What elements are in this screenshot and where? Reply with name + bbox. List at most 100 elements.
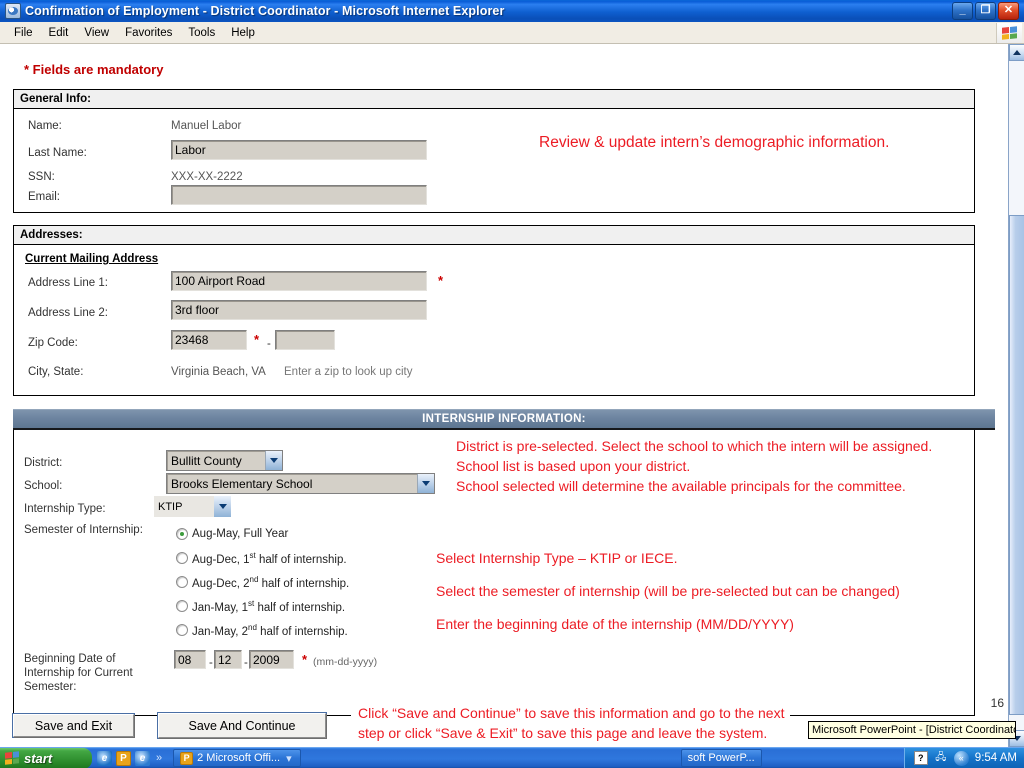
- save-and-exit-button[interactable]: Save and Exit: [13, 714, 134, 737]
- begin-date-day-input[interactable]: [214, 650, 242, 669]
- begin-date-month-input[interactable]: [174, 650, 206, 669]
- zip-plus4-input[interactable]: [275, 330, 335, 350]
- annotation-district-school: District is pre-selected. Select the sch…: [456, 438, 933, 494]
- mandatory-fields-note: * Fields are mandatory: [24, 62, 164, 77]
- address-line-1-required-marker: *: [438, 273, 444, 288]
- email-field[interactable]: [171, 185, 427, 205]
- windows-logo-icon: [996, 22, 1022, 43]
- chevron-down-icon: [417, 474, 434, 493]
- general-info-header: General Info:: [14, 90, 974, 109]
- radio-icon[interactable]: [176, 552, 188, 564]
- more-chevron-icon[interactable]: »: [156, 752, 162, 764]
- last-name-label: Last Name:: [28, 147, 87, 159]
- menu-item-tools[interactable]: Tools: [180, 25, 223, 41]
- minimize-icon: _: [959, 3, 966, 16]
- zip-code-input[interactable]: [171, 330, 247, 350]
- radio-icon[interactable]: [176, 576, 188, 588]
- semester-option-0[interactable]: Aug-May, Full Year: [176, 522, 349, 546]
- semester-label: Semester of Internship:: [24, 524, 143, 536]
- network-icon[interactable]: 🖧: [934, 751, 948, 765]
- chevron-down-icon: [265, 451, 282, 470]
- taskbar-item-powerpoint[interactable]: soft PowerP...: [680, 749, 762, 767]
- vertical-scrollbar[interactable]: [1008, 44, 1024, 747]
- address-line-1-input[interactable]: [171, 271, 427, 291]
- address-line-2-label: Address Line 2:: [28, 307, 108, 319]
- semester-option-2[interactable]: Aug-Dec, 2nd half of internship.: [176, 570, 349, 594]
- system-tray: ? 🖧 « 9:54 AM: [903, 747, 1024, 768]
- radio-icon[interactable]: [176, 624, 188, 636]
- semester-option-4[interactable]: Jan-May, 2nd half of internship.: [176, 618, 349, 642]
- internship-type-label: Internship Type:: [24, 503, 106, 515]
- ssn-label: SSN:: [28, 171, 55, 183]
- semester-option-1[interactable]: Aug-Dec, 1st half of internship.: [176, 546, 349, 570]
- annotation-semester: Select the semester of internship (will …: [436, 583, 900, 599]
- city-state-hint: Enter a zip to look up city: [284, 366, 413, 378]
- addresses-header: Addresses:: [14, 226, 974, 245]
- school-select[interactable]: Brooks Elementary School: [166, 473, 435, 494]
- save-and-continue-button[interactable]: Save And Continue: [158, 713, 326, 738]
- close-button[interactable]: ✕: [998, 2, 1019, 20]
- city-state-value: Virginia Beach, VA: [171, 366, 266, 378]
- browser-window: Confirmation of Employment - District Co…: [0, 0, 1024, 747]
- slide-number: 16: [990, 696, 1004, 710]
- menu-item-view[interactable]: View: [76, 25, 117, 41]
- menu-item-file[interactable]: File: [6, 25, 41, 41]
- window-controls: _ ❐ ✕: [952, 2, 1022, 20]
- chevron-down-icon[interactable]: ▾: [286, 752, 292, 765]
- annotation-buttons: Click “Save and Continue” to save this i…: [358, 705, 785, 741]
- semester-option-2-label: Aug-Dec, 2nd half of internship.: [192, 574, 350, 590]
- zip-code-label: Zip Code:: [28, 337, 78, 349]
- ie-document-icon: [5, 3, 21, 19]
- radio-icon-selected[interactable]: [176, 528, 188, 540]
- city-state-label: City, State:: [28, 366, 84, 378]
- taskbar-item-powerpoint-label: soft PowerP...: [687, 752, 755, 764]
- help-icon[interactable]: ?: [913, 751, 928, 765]
- restore-icon: ❐: [980, 3, 991, 16]
- name-value: Manuel Labor: [171, 120, 242, 132]
- begin-date-year-input[interactable]: [249, 650, 294, 669]
- zip-separator: -: [267, 338, 271, 350]
- powerpoint-icon[interactable]: P: [116, 750, 131, 766]
- last-name-input[interactable]: [171, 140, 427, 160]
- semester-option-3-label: Jan-May, 1st half of internship.: [192, 598, 346, 614]
- email-label: Email:: [28, 191, 60, 203]
- minimize-button[interactable]: _: [952, 2, 973, 20]
- menu-item-favorites[interactable]: Favorites: [117, 25, 180, 41]
- show-hidden-icons-button[interactable]: «: [953, 750, 969, 766]
- addresses-panel: Addresses: Current Mailing Address Addre…: [13, 225, 975, 396]
- taskbar-item-office[interactable]: P 2 Microsoft Offi... ▾: [173, 749, 301, 767]
- address-line-2-input[interactable]: [171, 300, 427, 320]
- scrollbar-thumb[interactable]: [1009, 215, 1024, 715]
- restore-button[interactable]: ❐: [975, 2, 996, 20]
- begin-date-format-hint: (mm-dd-yyyy): [313, 656, 378, 668]
- scroll-up-button[interactable]: [1009, 44, 1024, 61]
- start-button[interactable]: start: [0, 747, 92, 768]
- school-select-value: Brooks Elementary School: [171, 476, 313, 491]
- semester-option-3[interactable]: Jan-May, 1st half of internship.: [176, 594, 349, 618]
- ssn-value: XXX-XX-2222: [171, 171, 243, 183]
- menu-bar: File Edit View Favorites Tools Help: [0, 22, 1024, 44]
- annotation-demographic: Review & update intern’s demographic inf…: [539, 134, 890, 151]
- ie-alt-icon[interactable]: e: [135, 750, 150, 766]
- annotation-begin-date: Enter the beginning date of the internsh…: [436, 616, 794, 632]
- address-line-1-label: Address Line 1:: [28, 277, 108, 289]
- beginning-date-label: Beginning Date of Internship for Current…: [24, 653, 133, 693]
- begin-date-required-marker: *: [302, 652, 308, 667]
- taskbar: start e P e » P 2 Microsoft Offi... ▾ so…: [0, 747, 1024, 768]
- ie-icon[interactable]: e: [97, 750, 112, 766]
- date-separator-1: -: [209, 657, 213, 669]
- zip-required-marker: *: [254, 332, 260, 347]
- taskbar-item-office-label: 2 Microsoft Offi...: [197, 752, 281, 764]
- menu-item-help[interactable]: Help: [223, 25, 263, 41]
- screen: Confirmation of Employment - District Co…: [0, 0, 1024, 768]
- district-select[interactable]: Bullitt County: [166, 450, 283, 471]
- start-button-label: start: [24, 750, 53, 766]
- clock[interactable]: 9:54 AM: [975, 752, 1017, 764]
- semester-option-1-label: Aug-Dec, 1st half of internship.: [192, 550, 347, 566]
- internship-type-select[interactable]: KTIP: [154, 496, 231, 517]
- page-viewport: * Fields are mandatory General Info: Nam…: [0, 44, 1008, 747]
- quick-launch-bar: e P e »: [92, 750, 169, 766]
- menu-item-edit[interactable]: Edit: [41, 25, 77, 41]
- radio-icon[interactable]: [176, 600, 188, 612]
- internship-type-value: KTIP: [158, 500, 183, 513]
